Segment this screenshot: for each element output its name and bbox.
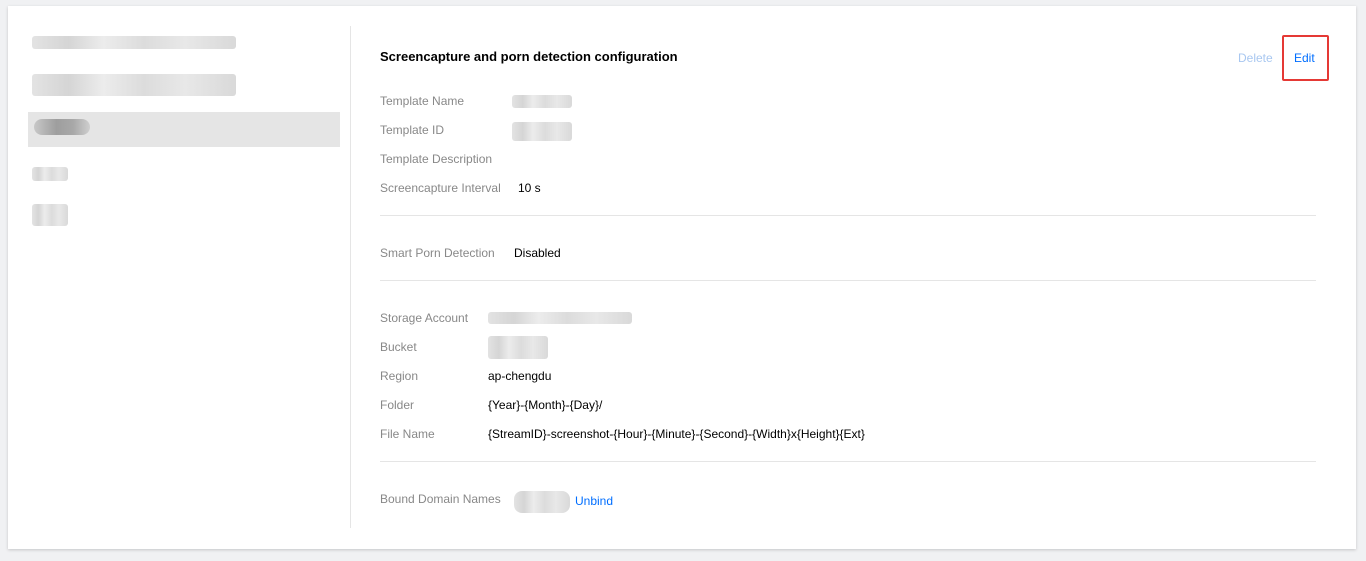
delete-button[interactable]: Delete (1238, 51, 1273, 65)
template-list-item[interactable] (28, 72, 340, 107)
redacted-template-name (32, 74, 236, 96)
unbind-link[interactable]: Unbind (575, 493, 613, 509)
bound-domains-label: Bound Domain Names (380, 492, 501, 506)
redacted-bucket-value (488, 336, 548, 359)
vertical-divider (350, 26, 351, 528)
section-divider (380, 461, 1316, 462)
template-list-item[interactable] (28, 162, 340, 197)
redacted-template-name (32, 36, 236, 49)
redacted-template-name (32, 167, 68, 181)
template-list (8, 6, 350, 549)
region-value: ap-chengdu (488, 369, 552, 383)
template-list-item-selected[interactable] (28, 112, 340, 147)
folder-label: Folder (380, 398, 415, 412)
file-name-value: {StreamID}-screenshot-{Hour}-{Minute}-{S… (488, 427, 865, 441)
redacted-template-name (34, 119, 90, 135)
storage-account-label: Storage Account (380, 311, 469, 325)
template-detail: Screencapture and porn detection configu… (380, 6, 1329, 549)
template-panel: Screencapture and porn detection configu… (8, 6, 1356, 549)
template-id-label: Template ID (380, 123, 445, 137)
screencapture-interval-value: 10 s (518, 181, 541, 195)
redacted-domain-name (514, 491, 570, 513)
edit-button[interactable]: Edit (1294, 51, 1315, 65)
section-divider (380, 280, 1316, 281)
template-name-label: Template Name (380, 94, 465, 108)
region-label: Region (380, 369, 419, 383)
redacted-template-id-value (512, 122, 572, 141)
template-list-item[interactable] (28, 202, 340, 237)
screencapture-interval-label: Screencapture Interval (380, 181, 501, 195)
redacted-template-name-value (512, 95, 572, 108)
section-divider (380, 215, 1316, 216)
bucket-label: Bucket (380, 340, 417, 354)
folder-value: {Year}-{Month}-{Day}/ (488, 398, 603, 412)
redacted-storage-account-value (488, 312, 632, 324)
redacted-template-name (32, 204, 68, 226)
porn-detection-value: Disabled (514, 246, 561, 260)
porn-detection-label: Smart Porn Detection (380, 246, 495, 260)
file-name-label: File Name (380, 427, 435, 441)
template-list-item[interactable] (28, 31, 340, 66)
detail-title: Screencapture and porn detection configu… (380, 49, 678, 64)
template-description-label: Template Description (380, 152, 493, 166)
